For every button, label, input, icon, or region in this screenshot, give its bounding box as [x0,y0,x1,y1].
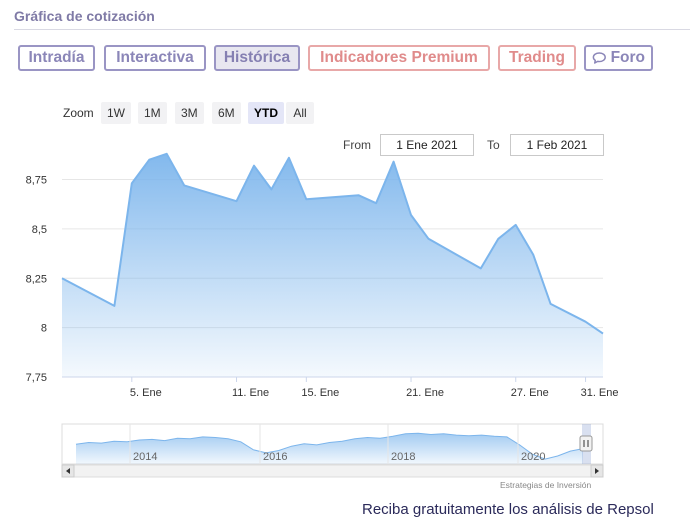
x-tick-label: 11. Ene [232,387,269,399]
navigator: 2014 2016 2018 2020 [61,423,604,478]
x-tick-label: 5. Ene [130,387,162,399]
chart-credit: Estrategias de Inversión [500,480,592,490]
price-chart: 7,75 8 8,25 8,5 8,75 5. Ene 11. Ene 15. Ene 21. … [26,152,619,478]
y-tick-label: 8 [41,323,47,335]
price-area-fill [62,153,603,377]
scrollbar-track [61,464,604,478]
x-tick-label: 27. Ene [511,387,549,399]
navigator-year-label: 2020 [521,451,545,463]
footer-promo-text[interactable]: Reciba gratuitamente los análisis de Rep… [362,501,654,518]
navigator-handle [579,435,593,452]
y-tick-label: 8,5 [32,224,47,236]
x-tick-label: 21. Ene [406,387,444,399]
navigator-year-label: 2018 [391,451,415,463]
navigator-year-label: 2014 [133,451,157,463]
price-area [61,152,604,377]
y-tick-label: 8,75 [26,175,47,187]
y-tick-label: 7,75 [26,372,47,384]
x-tick-label: 15. Ene [301,387,339,399]
navigator-year-label: 2016 [263,451,287,463]
y-tick-label: 8,25 [26,273,47,285]
x-tick-label: 31. Ene [581,387,619,399]
